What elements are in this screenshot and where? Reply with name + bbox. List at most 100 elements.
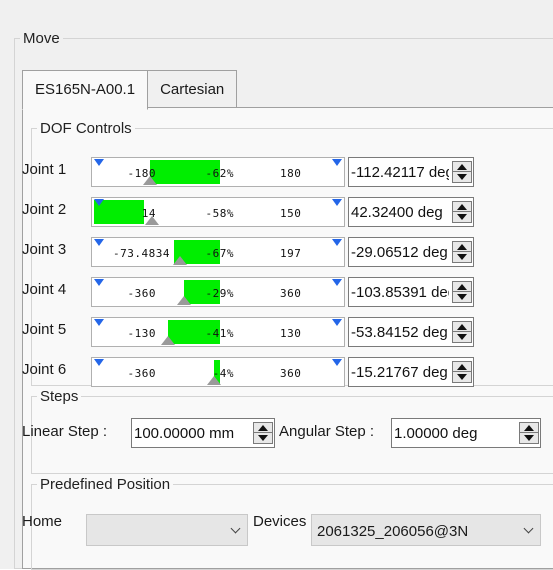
slider-max: 360	[280, 287, 302, 300]
joint-row-1: Joint 1 -180 -62% 180	[22, 157, 482, 187]
home-label: Home	[22, 513, 63, 530]
joint-row-4: Joint 4 -360 -29% 360	[22, 277, 482, 307]
linear-step-label: Linear Step :	[22, 423, 108, 440]
spinner	[452, 241, 472, 263]
max-marker-icon	[332, 159, 342, 166]
slider-percent: -41%	[205, 327, 234, 340]
slider-max: 360	[280, 367, 302, 380]
steps-title: Steps	[40, 388, 79, 405]
linear-step-field[interactable]	[131, 418, 275, 448]
slider-min: -130	[127, 327, 156, 340]
spin-up-icon[interactable]	[453, 282, 471, 292]
angular-step-input[interactable]	[392, 419, 540, 447]
tab-bar: ES165N-A00.1 Cartesian	[22, 70, 238, 110]
chevron-down-icon	[523, 523, 534, 534]
joint-3-slider[interactable]: -73.4834 -67% 197	[91, 237, 345, 267]
joint-label: Joint 1	[22, 161, 67, 178]
spin-down-icon[interactable]	[453, 212, 471, 222]
joint-6-slider[interactable]: -360 -4% 360	[91, 357, 345, 387]
spinner	[253, 422, 273, 444]
min-marker-icon	[94, 239, 104, 246]
spin-up-icon[interactable]	[453, 162, 471, 172]
min-marker-icon	[94, 159, 104, 166]
slider-max: 180	[280, 167, 302, 180]
devices-select[interactable]: 2061325_206056@3N	[311, 514, 541, 546]
spin-down-icon[interactable]	[453, 172, 471, 182]
spinner	[452, 201, 472, 223]
spin-up-icon[interactable]	[453, 242, 471, 252]
slider-max: 197	[280, 247, 302, 260]
slider-max: 150	[280, 207, 302, 220]
spin-down-icon[interactable]	[520, 433, 538, 443]
joint-label: Joint 3	[22, 241, 67, 258]
max-marker-icon	[332, 239, 342, 246]
slider-thumb-icon[interactable]	[143, 176, 157, 185]
spin-down-icon[interactable]	[453, 332, 471, 342]
slider-thumb-icon[interactable]	[145, 216, 159, 225]
angular-step-field[interactable]	[391, 418, 541, 448]
spinner	[452, 361, 472, 383]
joint-row-3: Joint 3 -73.4834 -67% 197	[22, 237, 482, 267]
predefined-position-title: Predefined Position	[40, 476, 171, 493]
slider-percent: -58%	[205, 207, 234, 220]
max-marker-icon	[332, 359, 342, 366]
max-marker-icon	[332, 279, 342, 286]
joint-2-slider[interactable]: 14 -58% 150	[91, 197, 345, 227]
slider-min: -73.4834	[113, 247, 170, 260]
devices-label: Devices	[253, 513, 307, 530]
joint-5-slider[interactable]: -130 -41% 130	[91, 317, 345, 347]
slider-percent: -62%	[205, 167, 234, 180]
angular-step-label: Angular Step :	[279, 423, 375, 440]
joint-6-value-field[interactable]	[348, 357, 474, 387]
spin-down-icon[interactable]	[453, 252, 471, 262]
spinner	[452, 161, 472, 183]
spin-up-icon[interactable]	[453, 202, 471, 212]
slider-min: -360	[127, 367, 156, 380]
slider-thumb-icon[interactable]	[161, 336, 175, 345]
devices-select-value: 2061325_206056@3N	[317, 523, 469, 540]
max-marker-icon	[332, 199, 342, 206]
joint-1-value-field[interactable]	[348, 157, 474, 187]
home-select[interactable]	[86, 514, 248, 546]
slider-percent: -4%	[212, 367, 234, 380]
joint-1-slider[interactable]: -180 -62% 180	[91, 157, 345, 187]
joint-2-value-field[interactable]	[348, 197, 474, 227]
slider-max: 130	[280, 327, 302, 340]
min-marker-icon	[94, 279, 104, 286]
joint-label: Joint 5	[22, 321, 67, 338]
spin-up-icon[interactable]	[453, 322, 471, 332]
joint-5-value-field[interactable]	[348, 317, 474, 347]
move-panel: Move ES165N-A00.1 Cartesian DOF Controls…	[0, 0, 553, 570]
joint-label: Joint 4	[22, 281, 67, 298]
spinner	[452, 281, 472, 303]
min-marker-icon	[94, 199, 104, 206]
tab-es165n[interactable]: ES165N-A00.1	[22, 70, 149, 110]
spinner	[519, 422, 539, 444]
spin-down-icon[interactable]	[254, 433, 272, 443]
slider-min: -360	[127, 287, 156, 300]
joint-4-value-field[interactable]	[348, 277, 474, 307]
joint-label: Joint 2	[22, 201, 67, 218]
spin-down-icon[interactable]	[453, 372, 471, 382]
slider-thumb-icon[interactable]	[207, 376, 221, 385]
chevron-down-icon	[230, 523, 241, 534]
slider-thumb-icon[interactable]	[177, 296, 191, 305]
spin-up-icon[interactable]	[254, 423, 272, 433]
dof-controls-title: DOF Controls	[40, 120, 132, 137]
joint-4-slider[interactable]: -360 -29% 360	[91, 277, 345, 307]
move-group-title: Move	[23, 30, 60, 47]
spin-up-icon[interactable]	[453, 362, 471, 372]
spinner	[452, 321, 472, 343]
spin-down-icon[interactable]	[453, 292, 471, 302]
joint-row-6: Joint 6 -360 -4% 360	[22, 357, 482, 387]
max-marker-icon	[332, 319, 342, 326]
joint-3-value-field[interactable]	[348, 237, 474, 267]
joint-row-2: Joint 2 14 -58% 150	[22, 197, 482, 227]
min-marker-icon	[94, 319, 104, 326]
tab-cartesian[interactable]: Cartesian	[147, 70, 238, 108]
joint-row-5: Joint 5 -130 -41% 130	[22, 317, 482, 347]
min-marker-icon	[94, 359, 104, 366]
joint-label: Joint 6	[22, 361, 67, 378]
spin-up-icon[interactable]	[520, 423, 538, 433]
slider-thumb-icon[interactable]	[173, 256, 187, 265]
